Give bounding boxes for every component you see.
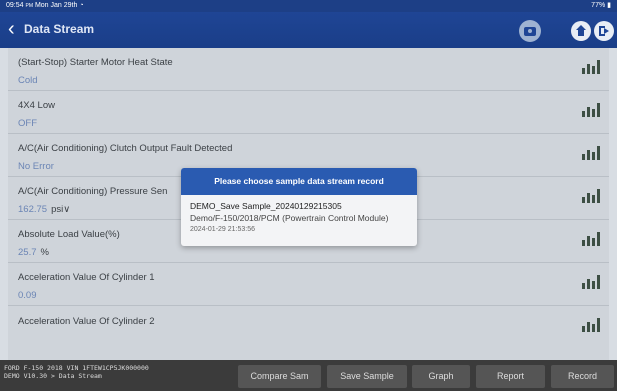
- graph-icon[interactable]: [582, 230, 600, 246]
- battery-level: 77%: [591, 2, 606, 9]
- bottom-bar: FORD F-150 2018 VIN 1FTEW1CP5JK000000 DE…: [0, 360, 617, 391]
- record-name: DEMO_Save Sample_20240129215305: [190, 201, 342, 211]
- graph-button[interactable]: Graph: [412, 365, 470, 388]
- camera-icon[interactable]: [519, 20, 541, 42]
- graph-icon[interactable]: [582, 58, 600, 74]
- graph-icon[interactable]: [582, 101, 600, 117]
- item-value: 25.7%: [18, 247, 49, 258]
- title-bar: ‹ Data Stream: [0, 12, 617, 48]
- item-name: 4X4 Low: [18, 100, 55, 111]
- exit-icon[interactable]: [594, 21, 614, 41]
- list-item[interactable]: 4X4 Low OFF: [8, 91, 609, 134]
- item-value: Cold: [18, 75, 38, 86]
- list-item[interactable]: Acceleration Value Of Cylinder 1 0.09: [8, 263, 609, 306]
- compare-sample-button[interactable]: Compare Sam: [238, 365, 321, 388]
- sample-record-dialog: Please choose sample data stream record …: [181, 168, 417, 246]
- item-value: OFF: [18, 118, 37, 129]
- record-path: Demo/F-150/2018/PCM (Powertrain Control …: [190, 213, 389, 223]
- status-time: 09:54: [6, 2, 24, 9]
- item-value: 0.09: [18, 290, 37, 301]
- back-chevron-icon[interactable]: ‹: [8, 19, 22, 40]
- sample-record-item[interactable]: DEMO_Save Sample_20240129215305 Demo/F-1…: [190, 201, 388, 233]
- item-name: (Start-Stop) Starter Motor Heat State: [18, 57, 173, 68]
- graph-icon[interactable]: [582, 144, 600, 160]
- list-item[interactable]: (Start-Stop) Starter Motor Heat State Co…: [8, 48, 609, 91]
- breadcrumb: DEMO V10.30 > Data Stream: [4, 372, 102, 380]
- record-button[interactable]: Record: [551, 365, 614, 388]
- item-value: 162.75 psi∨: [18, 204, 71, 215]
- page-title: Data Stream: [24, 22, 95, 36]
- item-name: A/C(Air Conditioning) Pressure Sen: [18, 186, 168, 197]
- home-icon[interactable]: [571, 21, 591, 41]
- graph-icon[interactable]: [582, 316, 600, 332]
- status-date: Mon Jan 29th: [34, 2, 78, 9]
- status-ampm: PM: [25, 3, 33, 9]
- wifi-icon: ◔: [79, 2, 84, 9]
- item-value: No Error: [18, 161, 54, 172]
- status-bar: 09:54 PM Mon Jan 29th ◔ 77% ▮: [0, 0, 617, 12]
- record-time: 2024-01-29 21:53:56: [190, 226, 255, 233]
- item-name: Acceleration Value Of Cylinder 1: [18, 272, 155, 283]
- graph-icon[interactable]: [582, 273, 600, 289]
- graph-icon[interactable]: [582, 187, 600, 203]
- item-name: Acceleration Value Of Cylinder 2: [18, 316, 155, 327]
- vehicle-info: FORD F-150 2018 VIN 1FTEW1CP5JK000000: [4, 364, 149, 372]
- list-item[interactable]: Acceleration Value Of Cylinder 2: [8, 306, 609, 361]
- item-name: A/C(Air Conditioning) Clutch Output Faul…: [18, 143, 233, 154]
- battery-icon: ▮: [607, 2, 611, 9]
- dialog-title: Please choose sample data stream record: [181, 168, 417, 195]
- save-sample-button[interactable]: Save Sample: [327, 365, 407, 388]
- item-name: Absolute Load Value(%): [18, 229, 120, 240]
- report-button[interactable]: Report: [476, 365, 545, 388]
